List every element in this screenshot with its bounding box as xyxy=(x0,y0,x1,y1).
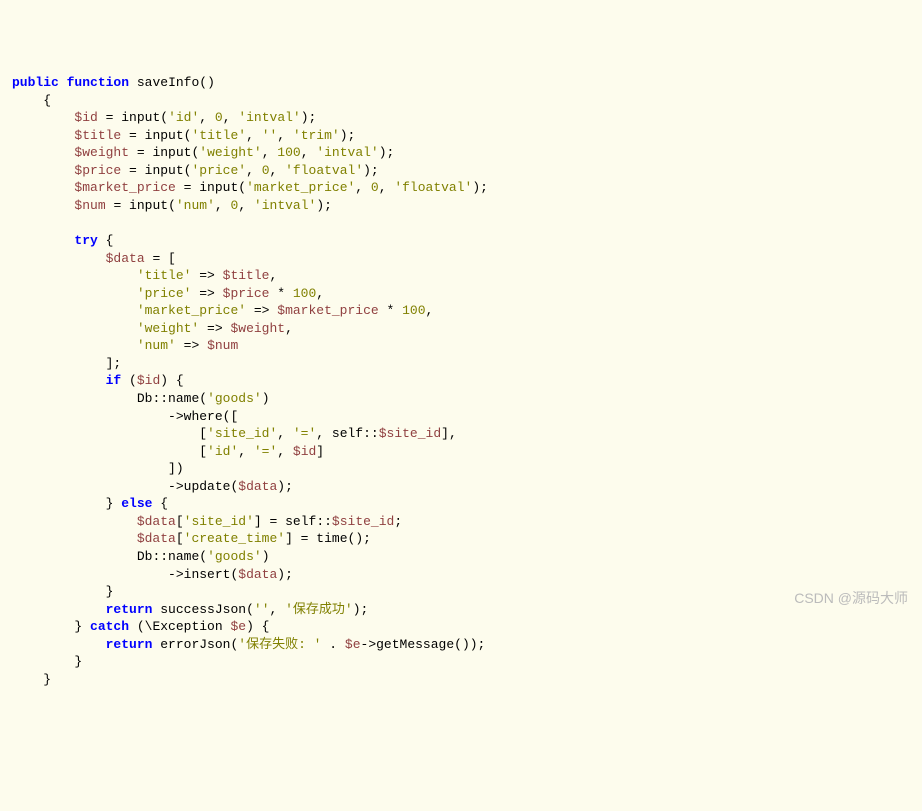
var-market-price: $market_price xyxy=(74,180,175,195)
keyword-else: else xyxy=(121,496,152,511)
var-price: $price xyxy=(74,163,121,178)
watermark: CSDN @源码大师 xyxy=(794,589,908,608)
var-num: $num xyxy=(74,198,105,213)
code-block: public function saveInfo() { $id = input… xyxy=(12,74,910,688)
keyword-catch: catch xyxy=(90,619,129,634)
var-data: $data xyxy=(106,251,145,266)
function-name: saveInfo xyxy=(137,75,199,90)
keyword-public: public xyxy=(12,75,59,90)
keyword-if: if xyxy=(106,373,122,388)
keyword-try: try xyxy=(74,233,97,248)
var-title: $title xyxy=(74,128,121,143)
var-id: $id xyxy=(74,110,97,125)
keyword-function: function xyxy=(67,75,129,90)
keyword-return: return xyxy=(106,602,153,617)
var-weight: $weight xyxy=(74,145,129,160)
